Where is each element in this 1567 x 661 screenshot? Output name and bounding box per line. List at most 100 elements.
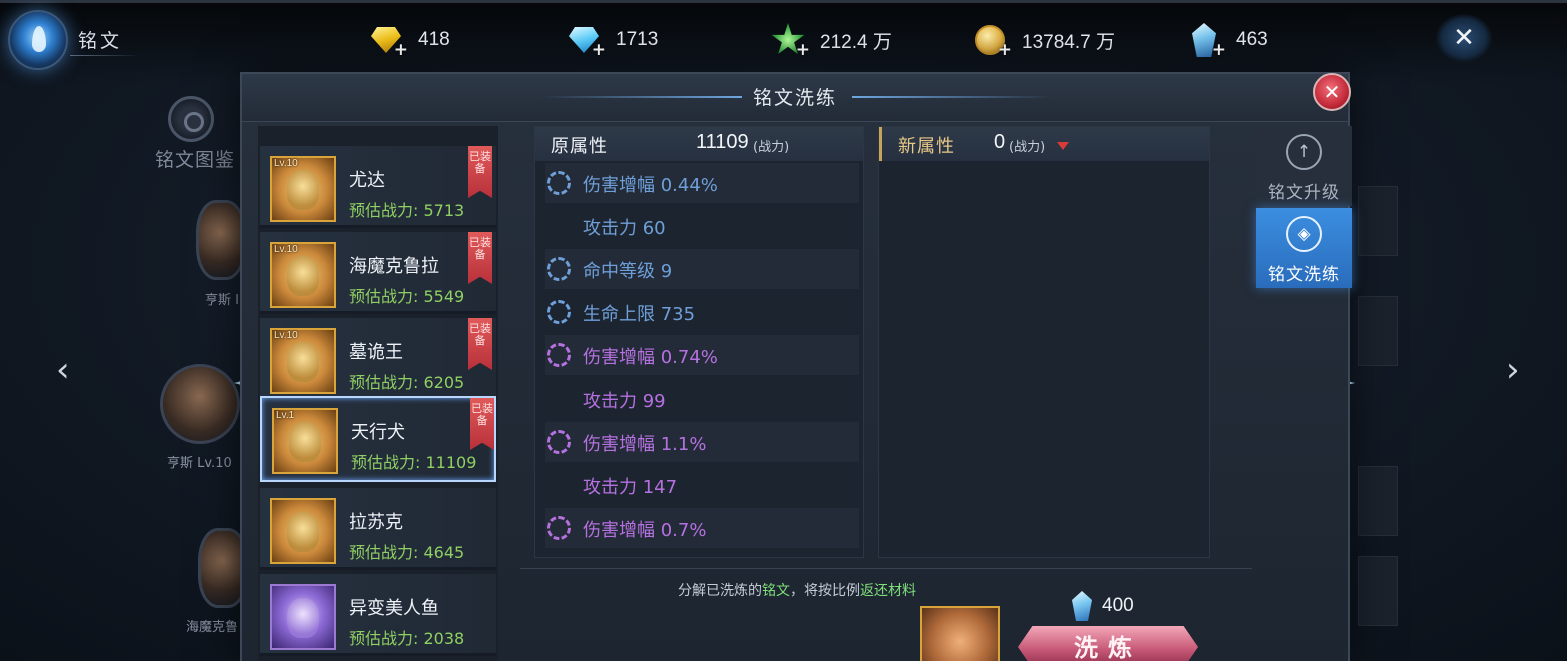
original-attributes-panel: 原属性 11109 (战力) 伤害增幅 0.44% 攻击力 60 命中等级 9 … <box>534 126 864 558</box>
inscription-portrait: Lv.1 <box>272 408 338 474</box>
resource-yellow-diamond[interactable]: + 418 <box>368 22 450 60</box>
attribute-row: 伤害增幅 0.74% <box>545 335 859 375</box>
attribute-text: 伤害增幅 1.1% <box>583 434 707 455</box>
close-screen-button[interactable]: ✕ <box>1436 14 1492 62</box>
inscription-card[interactable]: Lv.10 海魔克鲁拉 预估战力: 5549 已装备 <box>260 232 496 314</box>
arrow-up-icon: ↑ <box>1286 134 1322 170</box>
panel-title: 铭文洗练 <box>752 87 837 109</box>
refine-button[interactable]: 洗炼 <box>1018 626 1198 661</box>
decompose-note-text: 分解已洗炼的 <box>678 583 762 599</box>
inscription-name: 天行犬 <box>351 422 405 443</box>
resource-value: 418 <box>418 29 450 50</box>
inscription-name: 拉苏克 <box>349 512 403 533</box>
inscription-card-selected[interactable]: Lv.1 天行犬 预估战力: 11109 已装备 <box>260 396 496 482</box>
new-power-unit: (战力) <box>1009 140 1046 155</box>
attribute-text: 攻击力 99 <box>583 391 666 412</box>
original-attributes-header: 原属性 11109 (战力) <box>535 127 863 161</box>
attribute-row: 生命上限 735 <box>545 292 859 332</box>
attribute-text: 命中等级 9 <box>583 261 673 282</box>
background-node-1[interactable] <box>196 200 246 280</box>
power-down-arrow-icon <box>1057 142 1069 150</box>
attribute-text: 伤害增幅 0.44% <box>583 175 718 196</box>
close-panel-button[interactable]: ✕ <box>1313 73 1351 111</box>
attribute-row: 攻击力 147 <box>545 465 859 505</box>
inscription-level: Lv.10 <box>274 330 298 341</box>
attribute-text: 攻击力 60 <box>583 218 666 239</box>
inscription-level: Lv.10 <box>274 158 298 169</box>
atlas-icon[interactable] <box>168 96 214 142</box>
refine-material-slot[interactable] <box>920 606 1000 661</box>
panel-header: 铭文洗练 <box>242 74 1348 122</box>
resource-value: 13784.7 万 <box>1022 31 1115 53</box>
inscription-emblem-icon[interactable] <box>8 10 68 70</box>
inscription-level: Lv.1 <box>276 410 295 421</box>
attribute-text: 生命上限 735 <box>583 304 696 325</box>
tab-label: 铭文升级 <box>1268 183 1340 203</box>
inscription-name: 墓诡王 <box>349 342 403 363</box>
new-attributes-header: 新属性 0 (战力) <box>879 127 1209 161</box>
inscription-portrait <box>270 498 336 564</box>
previous-page-arrow-icon[interactable]: ‹ <box>56 352 80 388</box>
blue-diamond-icon: + <box>566 22 606 60</box>
background-node-label: 海魔克鲁 <box>186 620 239 635</box>
background-slot <box>1358 186 1398 256</box>
inscription-card[interactable]: Lv.10 墓诡王 预估战力: 6205 已装备 <box>260 318 496 400</box>
background-slot <box>1358 556 1398 626</box>
footer-divider <box>520 568 1252 569</box>
inscription-level: Lv.10 <box>274 244 298 255</box>
background-node-label: 亨斯 Lv.10 <box>167 456 232 471</box>
resource-gold-coin[interactable]: + 13784.7 万 <box>972 22 1115 60</box>
decompose-note-highlight: 铭文 <box>762 583 790 599</box>
title-divider <box>70 55 140 56</box>
inscription-power: 预估战力: 6205 <box>349 373 465 392</box>
inscription-name: 海魔克鲁拉 <box>349 256 439 277</box>
tab-inscription-refine[interactable]: ◈ 铭文洗练 <box>1256 208 1352 288</box>
resource-value: 212.4 万 <box>820 31 892 53</box>
inscription-portrait: Lv.10 <box>270 242 336 308</box>
inscription-power: 预估战力: 4645 <box>349 543 465 562</box>
inscription-card[interactable]: Lv.10 尤达 预估战力: 5713 已装备 <box>260 146 496 228</box>
attribute-text: 攻击力 147 <box>583 477 678 498</box>
inscription-power: 预估战力: 11109 <box>351 453 477 472</box>
inscription-portrait: Lv.10 <box>270 328 336 394</box>
inscription-refine-panel: 铭文洗练 ✕ Lv.10 尤达 预估战力: 5713 已装备 Lv.10 海魔克… <box>240 72 1352 661</box>
refine-swirl-icon <box>547 343 571 367</box>
attribute-row: 伤害增幅 1.1% <box>545 422 859 462</box>
yellow-diamond-icon: + <box>368 22 408 60</box>
next-page-arrow-icon[interactable]: › <box>1506 352 1530 388</box>
attribute-row: 命中等级 9 <box>545 249 859 289</box>
blue-crystal-icon: + <box>1186 22 1226 60</box>
equipped-badge: 已装备 <box>468 318 492 370</box>
attribute-row: 攻击力 99 <box>545 379 859 419</box>
inscription-portrait: Lv.10 <box>270 156 336 222</box>
gold-coin-icon: + <box>972 22 1012 60</box>
inscription-power: 预估战力: 5549 <box>349 287 465 306</box>
background-node-2[interactable] <box>160 364 240 444</box>
background-slot <box>1358 296 1398 366</box>
background-slot <box>1358 466 1398 536</box>
refine-cost: 400 <box>1102 595 1134 616</box>
refine-swirl-icon <box>547 257 571 281</box>
refine-drop-icon: ◈ <box>1286 216 1322 252</box>
tab-inscription-upgrade[interactable]: ↑ 铭文升级 <box>1256 126 1352 206</box>
resource-value: 463 <box>1236 29 1268 50</box>
resource-blue-diamond[interactable]: + 1713 <box>566 22 658 60</box>
attribute-row: 伤害增幅 0.7% <box>545 508 859 548</box>
decompose-note: 分解已洗炼的铭文，将按比例返还材料 <box>242 580 1352 600</box>
resource-blue-crystal[interactable]: + 463 <box>1186 22 1268 60</box>
refine-swirl-icon <box>547 430 571 454</box>
tab-label: 铭文洗练 <box>1268 265 1340 285</box>
screen-title: 铭文 <box>78 30 123 52</box>
decompose-note-highlight: 返还材料 <box>860 583 916 599</box>
close-icon: ✕ <box>1323 80 1341 104</box>
background-node-label: 亨斯 I <box>205 293 239 308</box>
inscription-card[interactable]: 拉苏克 预估战力: 4645 <box>260 488 496 570</box>
attribute-row: 伤害增幅 0.44% <box>545 163 859 203</box>
equipped-badge: 已装备 <box>470 398 494 450</box>
equipped-badge: 已装备 <box>468 232 492 284</box>
refine-swirl-icon <box>547 516 571 540</box>
new-power-value: 0 <box>994 131 1006 153</box>
original-power-unit: (战力) <box>753 140 790 155</box>
attribute-text: 伤害增幅 0.74% <box>583 347 718 368</box>
resource-green-star[interactable]: + 212.4 万 <box>770 22 892 60</box>
